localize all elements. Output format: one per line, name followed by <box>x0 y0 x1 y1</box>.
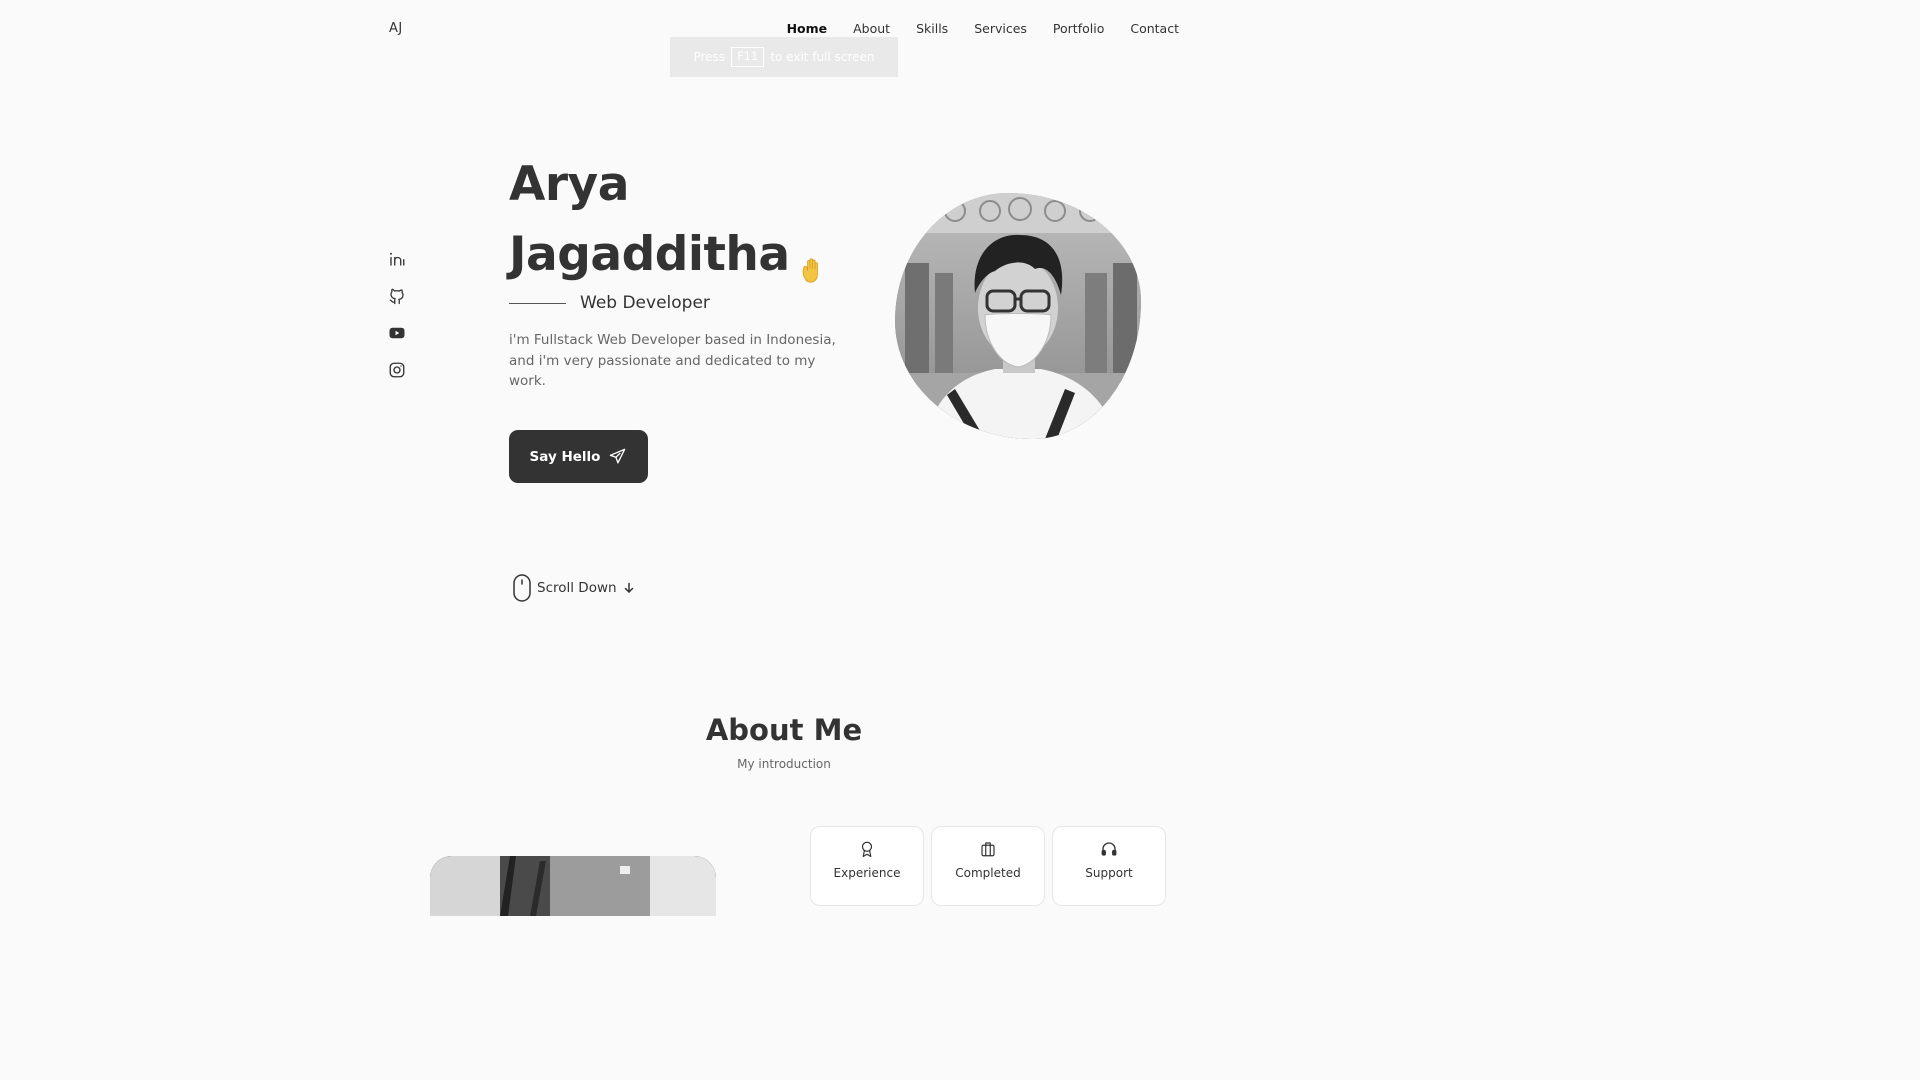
hero-subtitle: Web Developer <box>580 293 710 313</box>
about-cards: Experience Completed Support <box>810 826 1166 906</box>
fullscreen-toast: Press F11 to exit full screen <box>670 37 898 77</box>
social-links <box>388 250 406 379</box>
about-photo <box>430 856 716 916</box>
send-icon <box>610 448 626 464</box>
support-card-title: Support <box>1085 866 1133 880</box>
support-card: Support <box>1052 826 1166 906</box>
waving-hand-icon <box>798 239 830 283</box>
arrow-down-icon <box>624 582 633 593</box>
nav-services[interactable]: Services <box>974 21 1027 36</box>
headphones-icon <box>1101 842 1117 856</box>
profile-photo <box>895 193 1141 439</box>
toast-key: F11 <box>731 47 765 67</box>
subtitle-divider <box>509 302 566 304</box>
about-subtitle: My introduction <box>737 757 831 771</box>
hero-last-name-row: Jagadditha <box>509 222 830 288</box>
about-title: About Me <box>705 713 863 747</box>
linkedin-icon[interactable] <box>388 250 406 268</box>
say-hello-button[interactable]: Say Hello <box>509 430 648 483</box>
nav-contact[interactable]: Contact <box>1130 21 1179 36</box>
nav-portfolio[interactable]: Portfolio <box>1053 21 1104 36</box>
say-hello-label: Say Hello <box>529 448 601 465</box>
completed-card: Completed <box>931 826 1045 906</box>
main-nav: Home About Skills Services Portfolio Con… <box>787 21 1179 36</box>
scroll-down-label: Scroll Down <box>537 580 617 596</box>
award-icon <box>861 841 873 858</box>
scroll-down-link[interactable]: Scroll Down <box>513 574 635 602</box>
hero-subtitle-row: Web Developer <box>509 293 710 313</box>
hero-first-name: Arya <box>509 157 629 212</box>
github-icon[interactable] <box>388 287 406 305</box>
nav-about[interactable]: About <box>853 21 890 36</box>
completed-card-title: Completed <box>955 866 1021 880</box>
logo-link[interactable]: AJ <box>389 21 403 36</box>
nav-home[interactable]: Home <box>787 21 828 36</box>
instagram-icon[interactable] <box>388 361 406 379</box>
hero-description: i'm Fullstack Web Developer based in Ind… <box>509 332 836 389</box>
experience-card-title: Experience <box>833 866 901 880</box>
hero-last-name: Jagadditha <box>509 227 790 282</box>
toast-prefix: Press <box>693 50 726 64</box>
toast-suffix: to exit full screen <box>770 50 875 64</box>
mouse-icon <box>513 574 531 602</box>
briefcase-icon <box>981 842 995 857</box>
youtube-icon[interactable] <box>388 324 406 342</box>
experience-card: Experience <box>810 826 924 906</box>
nav-skills[interactable]: Skills <box>916 21 948 36</box>
